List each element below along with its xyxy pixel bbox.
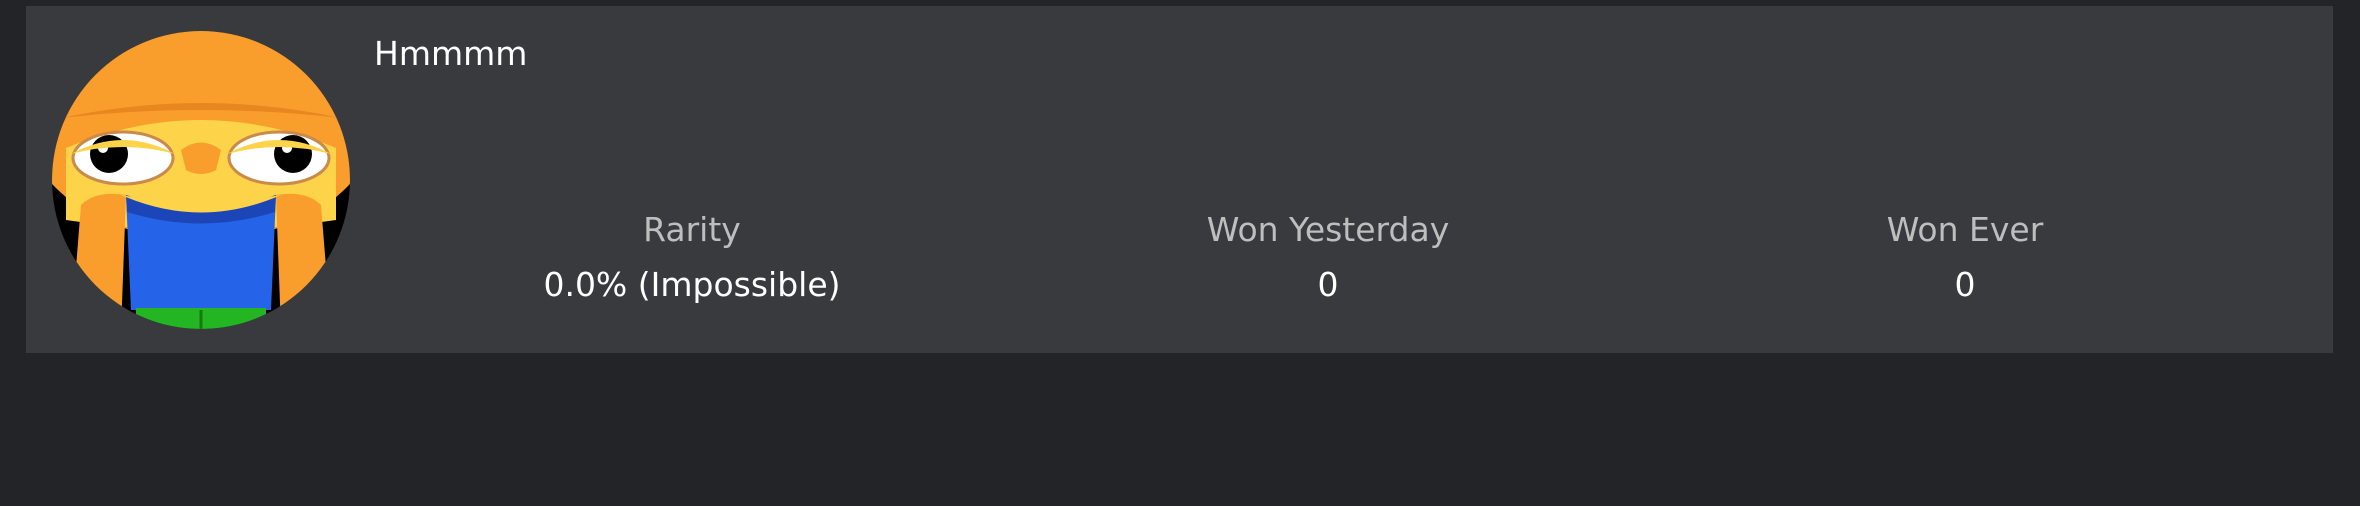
stat-won-ever: Won Ever 0 — [1715, 205, 2215, 310]
stat-won-yesterday-value: 0 — [1317, 265, 1339, 304]
stat-won-ever-label: Won Ever — [1886, 210, 2044, 249]
stat-rarity-value: 0.0% (Impossible) — [543, 265, 841, 304]
stat-won-ever-value: 0 — [1954, 265, 1976, 304]
stat-won-yesterday: Won Yesterday 0 — [1078, 205, 1578, 310]
badge-card: Hmmmm Rarity 0.0% (Impossible) Won Yeste… — [26, 6, 2333, 353]
badge-title: Hmmmm — [374, 34, 528, 73]
stat-rarity: Rarity 0.0% (Impossible) — [442, 205, 942, 310]
stat-won-yesterday-label: Won Yesterday — [1206, 210, 1450, 249]
stat-rarity-label: Rarity — [643, 210, 741, 249]
orange-character-icon — [52, 31, 350, 329]
